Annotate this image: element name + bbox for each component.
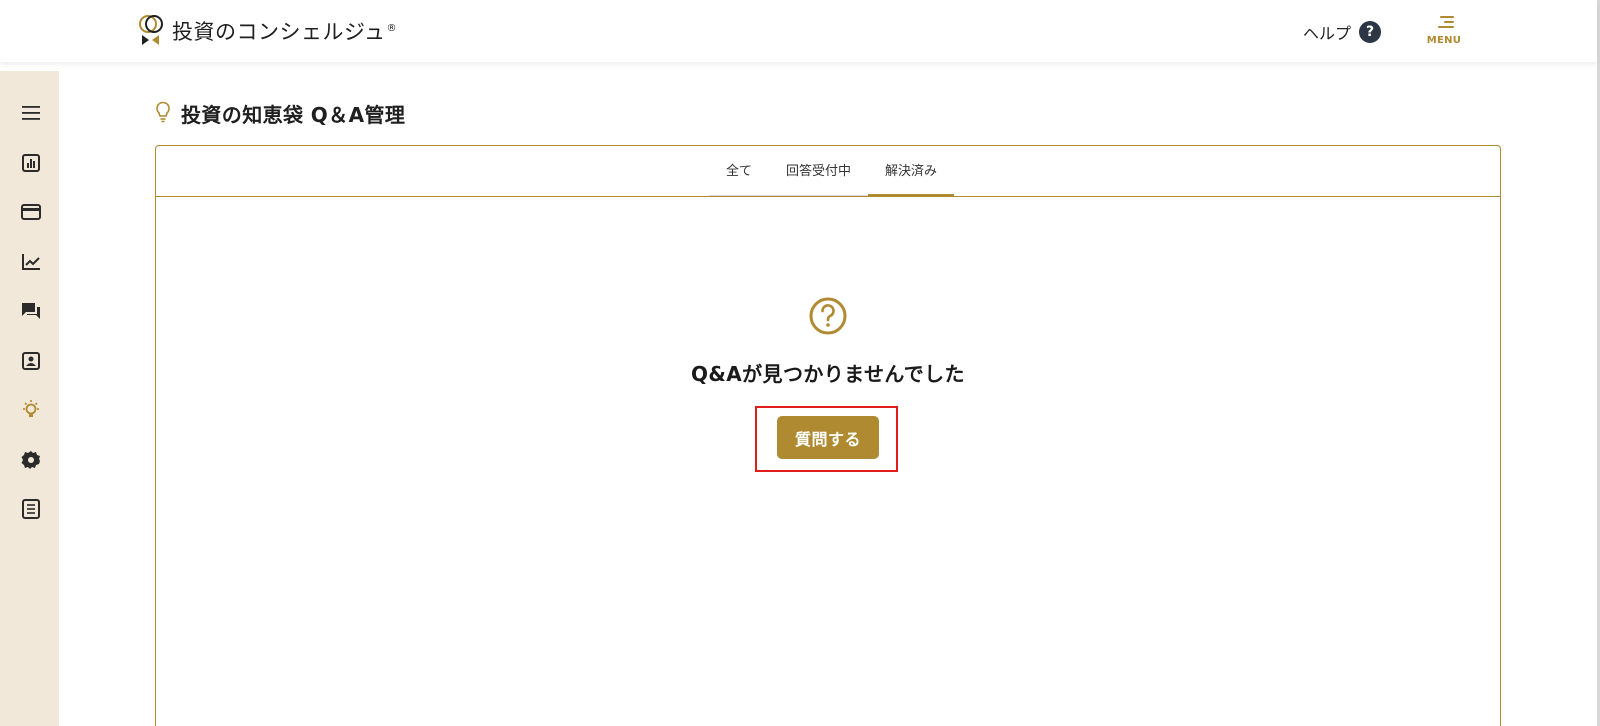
help-label: ヘルプ	[1303, 24, 1352, 43]
tab-open[interactable]: 回答受付中	[769, 159, 869, 196]
logo-mark-icon	[138, 14, 166, 48]
sidebar	[0, 71, 59, 726]
app-logo[interactable]: 投資のコンシェルジュ®	[138, 14, 397, 48]
question-circle-icon	[808, 296, 848, 336]
ask-question-button[interactable]: 質問する	[777, 416, 879, 459]
tab-all[interactable]: 全て	[709, 159, 770, 196]
page-title: 投資の知恵袋 Q＆A管理	[181, 103, 406, 127]
top-header: 投資のコンシェルジュ® ヘルプ ? MENU	[0, 0, 1597, 62]
registered-mark: ®	[386, 23, 398, 34]
trending-up-icon[interactable]	[19, 250, 43, 274]
contact-card-icon[interactable]	[19, 349, 43, 373]
menu-label: MENU	[1426, 35, 1462, 46]
chat-bubbles-icon[interactable]	[19, 299, 43, 323]
help-link[interactable]: ヘルプ ?	[1303, 20, 1382, 44]
gear-icon[interactable]	[19, 448, 43, 472]
tabs-bar: 全て 回答受付中 解決済み	[156, 146, 1500, 197]
document-list-icon[interactable]	[19, 497, 43, 521]
empty-state: Q&Aが見つかりませんでした	[156, 296, 1500, 387]
lightbulb-outline-icon	[155, 101, 171, 127]
empty-message: Q&Aが見つかりませんでした	[691, 362, 965, 386]
menu-lines-icon	[1434, 16, 1454, 30]
menu-button[interactable]: MENU	[1424, 16, 1464, 50]
tab-list: 全て 回答受付中 解決済み	[709, 159, 955, 196]
help-icon: ?	[1359, 21, 1382, 43]
credit-card-icon[interactable]	[19, 200, 43, 224]
page-header: 投資の知恵袋 Q＆A管理	[155, 99, 405, 128]
bar-chart-icon[interactable]	[19, 151, 43, 175]
hamburger-icon[interactable]	[19, 101, 43, 125]
tab-resolved[interactable]: 解決済み	[868, 159, 955, 196]
lightbulb-icon[interactable]	[19, 398, 43, 422]
logo-text: 投資のコンシェルジュ	[172, 20, 386, 44]
